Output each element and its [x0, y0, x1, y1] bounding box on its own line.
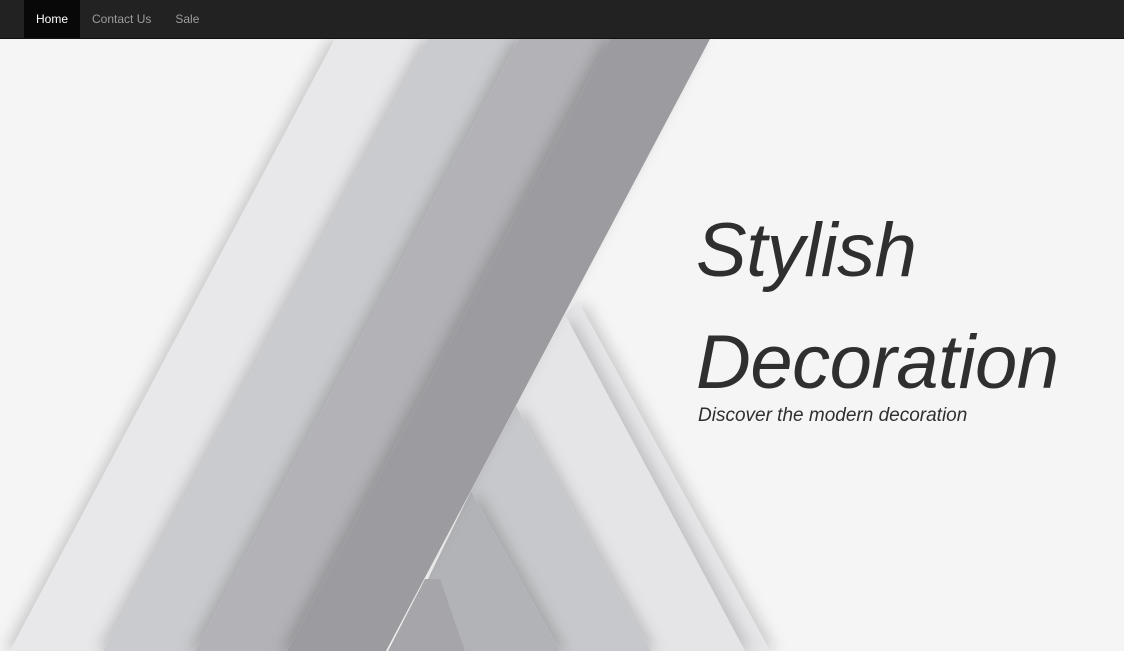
hero-title: Stylish Decoration	[696, 195, 1059, 419]
nav-sale-link[interactable]: Sale	[163, 0, 211, 38]
hero-subtitle: Discover the modern decoration	[698, 405, 968, 426]
hero-section: Stylish Decoration Discover the modern d…	[0, 39, 1124, 651]
nav-contact-us-link[interactable]: Contact Us	[80, 0, 163, 38]
top-navbar: Home Contact Us Sale	[0, 0, 1124, 39]
hero-title-line-2: Decoration	[696, 320, 1059, 405]
hero-title-line-1: Stylish	[696, 208, 917, 293]
nav-home-link[interactable]: Home	[24, 0, 81, 38]
